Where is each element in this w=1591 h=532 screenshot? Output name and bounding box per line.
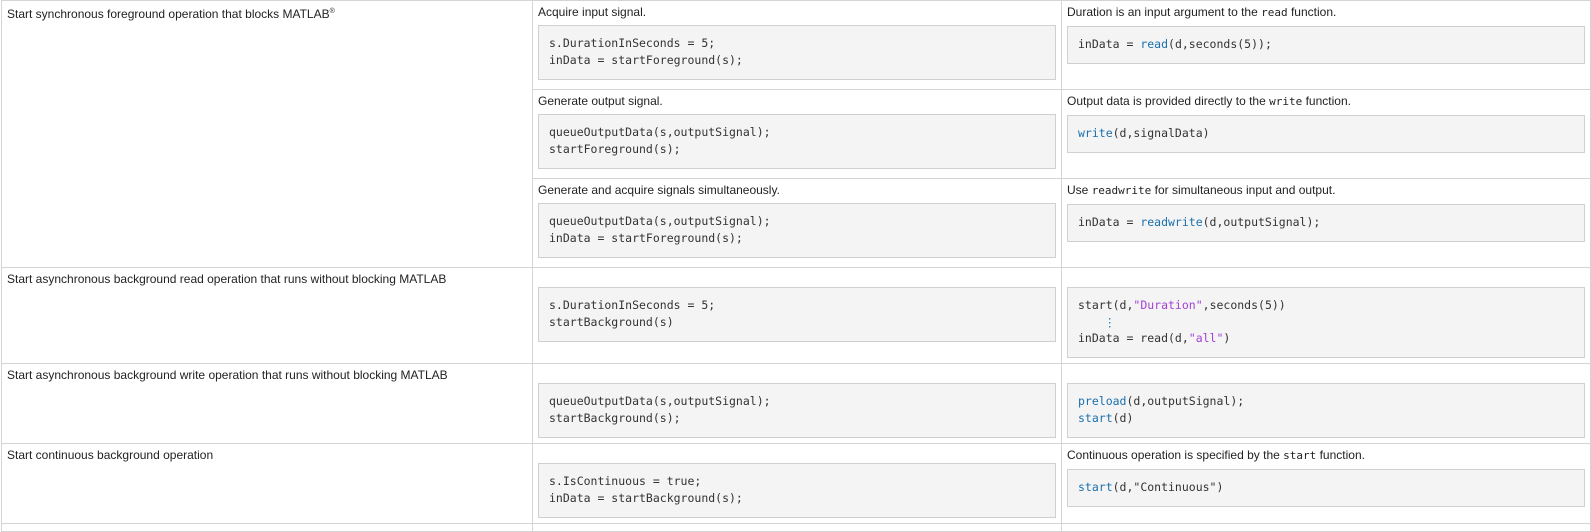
table-row: Start asynchronous background read opera… [1,267,1591,364]
old-cell-continuous: s.IsContinuous = true; inData = startBac… [532,443,1062,524]
code-block-old-bg-write[interactable]: queueOutputData(s,outputSignal); startBa… [538,383,1056,438]
string-duration: "Duration" [1133,298,1203,312]
code-block-old-acquire[interactable]: s.DurationInSeconds = 5; inData = startF… [538,25,1056,80]
code-block-new-both[interactable]: inData = readwrite(d,outputSignal); [1067,204,1585,242]
task-cell-bg-write: Start asynchronous background write oper… [1,363,533,444]
task-label-continuous: Start continuous background operation [7,448,214,462]
new-cell-acquire: Duration is an input argument to the rea… [1061,0,1591,90]
inline-code-readwrite: readwrite [1091,184,1152,197]
new-cell-continuous: Continuous operation is specified by the… [1061,443,1591,524]
code-block-old-both[interactable]: queueOutputData(s,outputSignal); inData … [538,203,1056,258]
function-link-write[interactable]: write [1078,126,1113,140]
cut-off-cell [532,523,1062,532]
code-block-old-bg-read[interactable]: s.DurationInSeconds = 5; startBackground… [538,287,1056,342]
table-row: Start synchronous foreground operation t… [1,0,1591,268]
note-continuous: Continuous operation is specified by the… [1067,448,1365,462]
old-cell-acquire: Acquire input signal. s.DurationInSecond… [532,0,1062,90]
registered-mark: ® [329,8,335,15]
inline-code-read: read [1261,6,1288,19]
new-cell-bg-read: start(d,"Duration",seconds(5)) ⋮ inData = … [1061,267,1591,364]
inline-code-write: write [1269,95,1303,108]
table-row: Start asynchronous background write oper… [1,363,1591,444]
note-both: Generate and acquire signals simultaneou… [538,183,780,197]
migration-table: Start synchronous foreground operation t… [1,0,1591,532]
note-readwrite: Use readwrite for simultaneous input and… [1067,183,1336,197]
code-block-old-generate[interactable]: queueOutputData(s,outputSignal); startFo… [538,114,1056,169]
code-block-new-bg-write[interactable]: preload(d,outputSignal); start(d) [1067,383,1585,438]
cut-off-cell [1061,523,1591,532]
new-cell-generate: Output data is provided directly to the … [1061,89,1591,179]
note-read-duration: Duration is an input argument to the rea… [1067,5,1337,19]
inline-code-start: start [1283,449,1317,462]
code-block-new-bg-read[interactable]: start(d,"Duration",seconds(5)) ⋮ inData = … [1067,287,1585,358]
task-label-sync: Start synchronous foreground operation t… [7,7,335,21]
old-cell-bg-write: queueOutputData(s,outputSignal); startBa… [532,363,1062,444]
task-cell-bg-read: Start asynchronous background read opera… [1,267,533,364]
vertical-ellipsis-icon: ⋮ [1104,315,1116,329]
string-all: "all" [1188,331,1224,345]
function-link-readwrite[interactable]: readwrite [1140,215,1202,229]
note-generate: Generate output signal. [538,94,663,108]
old-cell-both: Generate and acquire signals simultaneou… [532,178,1062,268]
task-cell-sync: Start synchronous foreground operation t… [1,0,533,268]
new-cell-both: Use readwrite for simultaneous input and… [1061,178,1591,268]
new-cell-bg-write: preload(d,outputSignal); start(d) [1061,363,1591,444]
table-row [1,523,1591,532]
code-block-new-acquire[interactable]: inData = read(d,seconds(5)); [1067,26,1585,64]
old-cell-generate: Generate output signal. queueOutputData(… [532,89,1062,179]
task-cell-continuous: Start continuous background operation [1,443,533,524]
function-link-start-continuous[interactable]: start [1078,480,1113,494]
table-row: Start continuous background operation s.… [1,443,1591,524]
code-block-new-continuous[interactable]: start(d,"Continuous") [1067,469,1585,507]
cut-off-cell [1,523,533,532]
note-acquire: Acquire input signal. [538,5,647,19]
task-label-bg-read: Start asynchronous background read opera… [7,272,447,286]
task-label-bg-write: Start asynchronous background write oper… [7,368,448,382]
function-link-start[interactable]: start [1078,411,1113,425]
old-cell-bg-read: s.DurationInSeconds = 5; startBackground… [532,267,1062,364]
note-write: Output data is provided directly to the … [1067,94,1351,108]
code-block-old-continuous[interactable]: s.IsContinuous = true; inData = startBac… [538,463,1056,518]
code-block-new-generate[interactable]: write(d,signalData) [1067,115,1585,153]
function-link-preload[interactable]: preload [1078,394,1126,408]
function-link-read[interactable]: read [1140,37,1168,51]
